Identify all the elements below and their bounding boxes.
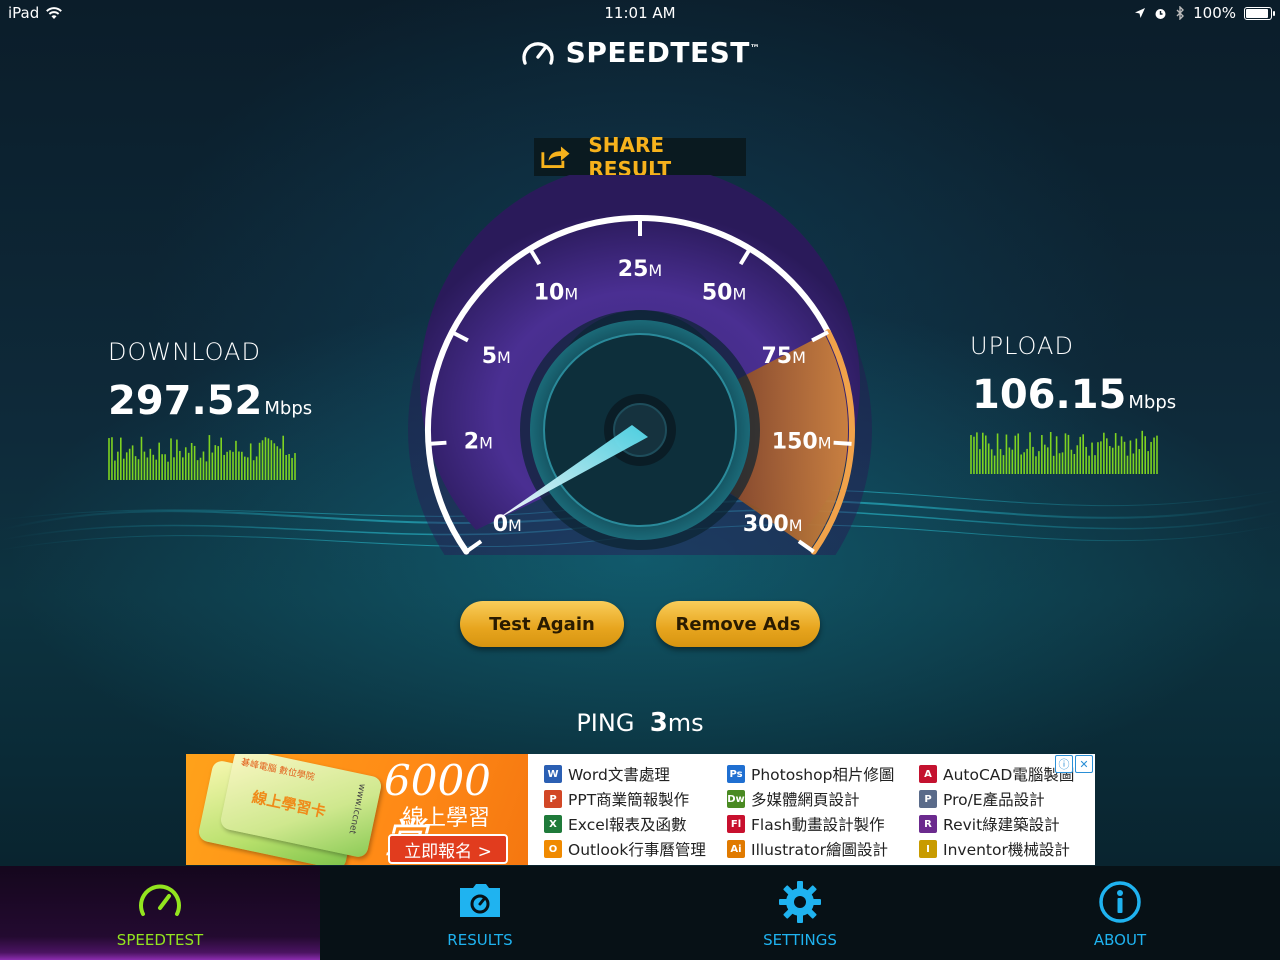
ad-course-item[interactable]: Ai Illustrator繪圖設計 <box>727 839 894 859</box>
gauge-label-300: 300M <box>743 512 803 537</box>
speed-gauge: 0M 2M 5M 10M 25M 50M 75M 150M 300M <box>408 175 872 555</box>
upload-value: 106.15 Mbps <box>972 372 1177 418</box>
ad-course-item[interactable]: O Outlook行事曆管理 <box>544 839 706 859</box>
ad-course-label: Outlook行事曆管理 <box>568 841 706 859</box>
gauge-label-10: 10M <box>534 281 578 306</box>
ad-course-column-1: W Word文書處理 P PPT商業簡報製作 X Excel報表及函數 O Outlook行事… <box>544 764 706 859</box>
ad-course-column-2: Ps Photoshop相片修圖 Dw 多媒體網頁設計 Fl Flash動畫設計製作 Ai I… <box>727 764 894 859</box>
alarm-icon <box>1155 8 1166 19</box>
ad-course-label: Illustrator繪圖設計 <box>751 841 888 859</box>
ad-course-app-icon: Dw <box>727 790 745 808</box>
ad-course-app-icon: P <box>544 790 562 808</box>
ad-course-label: Flash動畫設計製作 <box>751 816 885 834</box>
gauge-label-5: 5M <box>482 344 511 369</box>
status-right: 100% <box>1134 4 1275 22</box>
ad-course-label: Revit綠建築設計 <box>943 816 1060 834</box>
ad-course-item[interactable]: W Word文書處理 <box>544 764 706 784</box>
share-icon <box>541 146 570 168</box>
ad-subheadline: 線上學習 <box>402 806 491 831</box>
ad-course-label: 多媒體網頁設計 <box>751 791 860 809</box>
ad-close-icon[interactable]: ✕ <box>1075 755 1093 773</box>
ad-course-item[interactable]: R Revit綠建築設計 <box>919 814 1074 834</box>
ad-course-column-3: A AutoCAD電腦製圖 P Pro/E產品設計 R Revit綠建築設計 I Invent… <box>919 764 1074 859</box>
tab-speedtest[interactable]: SPEEDTEST <box>0 866 320 960</box>
tab-about[interactable]: ABOUT <box>960 866 1280 960</box>
status-bar: iPad 11:01 AM 100% <box>0 0 1280 26</box>
download-value: 297.52 Mbps <box>108 378 313 424</box>
gauge-label-75: 75M <box>761 344 805 369</box>
ad-course-app-icon: A <box>919 765 937 783</box>
app-logo: SPEEDTEST™ <box>0 36 1280 69</box>
ad-banner[interactable]: 碁峰電腦 數位學院 線上學習卡 www.lccnet 6000堂 線上學習 立即… <box>186 754 1095 865</box>
download-title: DOWNLOAD <box>108 338 261 366</box>
battery-icon <box>1244 6 1275 20</box>
ad-course-label: Inventor機械設計 <box>943 841 1070 859</box>
battery-percent: 100% <box>1193 4 1236 22</box>
ad-course-item[interactable]: Fl Flash動畫設計製作 <box>727 814 894 834</box>
results-folder-icon <box>460 884 500 917</box>
gauge-label-25: 25M <box>618 257 662 282</box>
ad-course-app-icon: P <box>919 790 937 808</box>
tab-speedtest-label: SPEEDTEST <box>116 931 204 949</box>
ping-unit: ms <box>667 709 704 737</box>
ad-course-app-icon: Ps <box>727 765 745 783</box>
bluetooth-icon <box>1176 6 1185 20</box>
ad-controls: ⓘ ✕ <box>1055 755 1093 773</box>
ad-promo[interactable]: 碁峰電腦 數位學院 線上學習卡 www.lccnet 6000堂 線上學習 立即… <box>186 754 528 865</box>
gauge-tick <box>833 440 852 446</box>
info-icon <box>1099 881 1141 923</box>
ad-course-label: Photoshop相片修圖 <box>751 766 895 784</box>
ad-course-app-icon: Fl <box>727 815 745 833</box>
ad-course-app-icon: O <box>544 840 562 858</box>
speedometer-icon <box>139 884 181 916</box>
gauge-label-0: 0M <box>493 512 522 537</box>
ad-course-app-icon: Ai <box>727 840 745 858</box>
status-time: 11:01 AM <box>604 4 676 22</box>
tab-about-label: ABOUT <box>1093 931 1147 949</box>
ping-value: 3 <box>649 708 668 738</box>
gauge-tick <box>428 440 447 446</box>
gauge-label-50: 50M <box>702 281 746 306</box>
ad-cta-button[interactable]: 立即報名 > <box>388 834 508 864</box>
ad-course-item[interactable]: P PPT商業簡報製作 <box>544 789 706 809</box>
ad-course-app-icon: I <box>919 840 937 858</box>
share-result-button[interactable]: SHARE RESULT <box>534 133 746 181</box>
speedometer-logo-icon <box>521 41 554 65</box>
tab-results[interactable]: RESULTS <box>320 866 640 960</box>
ad-course-item[interactable]: Ps Photoshop相片修圖 <box>727 764 894 784</box>
ad-course-item[interactable]: A AutoCAD電腦製圖 <box>919 764 1074 784</box>
ad-course-label: PPT商業簡報製作 <box>568 791 690 809</box>
ad-course-app-icon: X <box>544 815 562 833</box>
ad-course-label: Pro/E產品設計 <box>943 791 1045 809</box>
tab-results-label: RESULTS <box>447 931 513 949</box>
location-icon <box>1135 8 1146 18</box>
tab-bar: SPEEDTEST RESULTS SETTINGS ABOUT <box>0 866 1280 960</box>
test-again-button[interactable]: Test Again <box>460 601 624 647</box>
gauge-label-150: 150M <box>772 430 832 455</box>
ad-course-item[interactable]: P Pro/E產品設計 <box>919 789 1074 809</box>
app-title: SPEEDTEST™ <box>565 36 761 69</box>
ad-course-label: Word文書處理 <box>568 766 670 784</box>
ad-course-item[interactable]: X Excel報表及函數 <box>544 814 706 834</box>
ad-info-icon[interactable]: ⓘ <box>1055 755 1073 773</box>
ad-course-app-icon: R <box>919 815 937 833</box>
gear-icon <box>779 881 821 923</box>
tab-settings[interactable]: SETTINGS <box>640 866 960 960</box>
remove-ads-button[interactable]: Remove Ads <box>656 601 820 647</box>
tab-settings-label: SETTINGS <box>763 931 837 949</box>
share-result-label: SHARE RESULT <box>588 133 672 181</box>
ad-course-item[interactable]: I Inventor機械設計 <box>919 839 1074 859</box>
ping-readout: PING 3ms <box>0 708 1280 738</box>
upload-title: UPLOAD <box>970 332 1074 360</box>
ping-label: PING <box>576 709 635 737</box>
gauge-label-2: 2M <box>464 430 493 455</box>
ad-course-label: Excel報表及函數 <box>568 816 687 834</box>
ad-course-app-icon: W <box>544 765 562 783</box>
ad-course-item[interactable]: Dw 多媒體網頁設計 <box>727 789 894 809</box>
